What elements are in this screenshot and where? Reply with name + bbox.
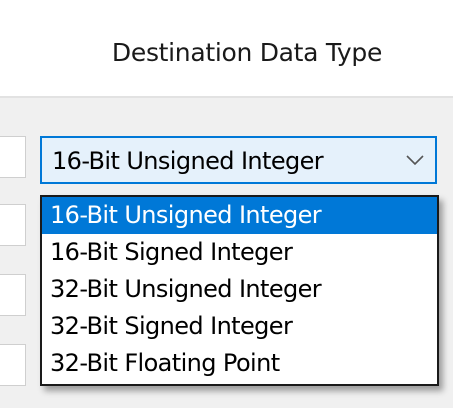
header-divider [0,96,453,98]
data-type-combobox[interactable]: 16-Bit Unsigned Integer [40,136,437,184]
grid-cell[interactable] [0,274,26,316]
option-32-bit-floating-point[interactable]: 32-Bit Floating Point [42,345,437,382]
grid-cell[interactable] [0,344,26,386]
grid-cell[interactable] [0,136,26,178]
column-header: Destination Data Type [0,0,453,96]
option-16-bit-signed-integer[interactable]: 16-Bit Signed Integer [42,234,437,271]
grid-cell[interactable] [0,204,26,246]
column-header-label: Destination Data Type [111,38,383,67]
combobox-value: 16-Bit Unsigned Integer [52,147,324,175]
chevron-down-icon[interactable] [405,153,425,167]
option-32-bit-unsigned-integer[interactable]: 32-Bit Unsigned Integer [42,271,437,308]
option-16-bit-unsigned-integer[interactable]: 16-Bit Unsigned Integer [42,197,437,234]
data-type-dropdown-list[interactable]: 16-Bit Unsigned Integer 16-Bit Signed In… [40,195,439,386]
option-32-bit-signed-integer[interactable]: 32-Bit Signed Integer [42,308,437,345]
